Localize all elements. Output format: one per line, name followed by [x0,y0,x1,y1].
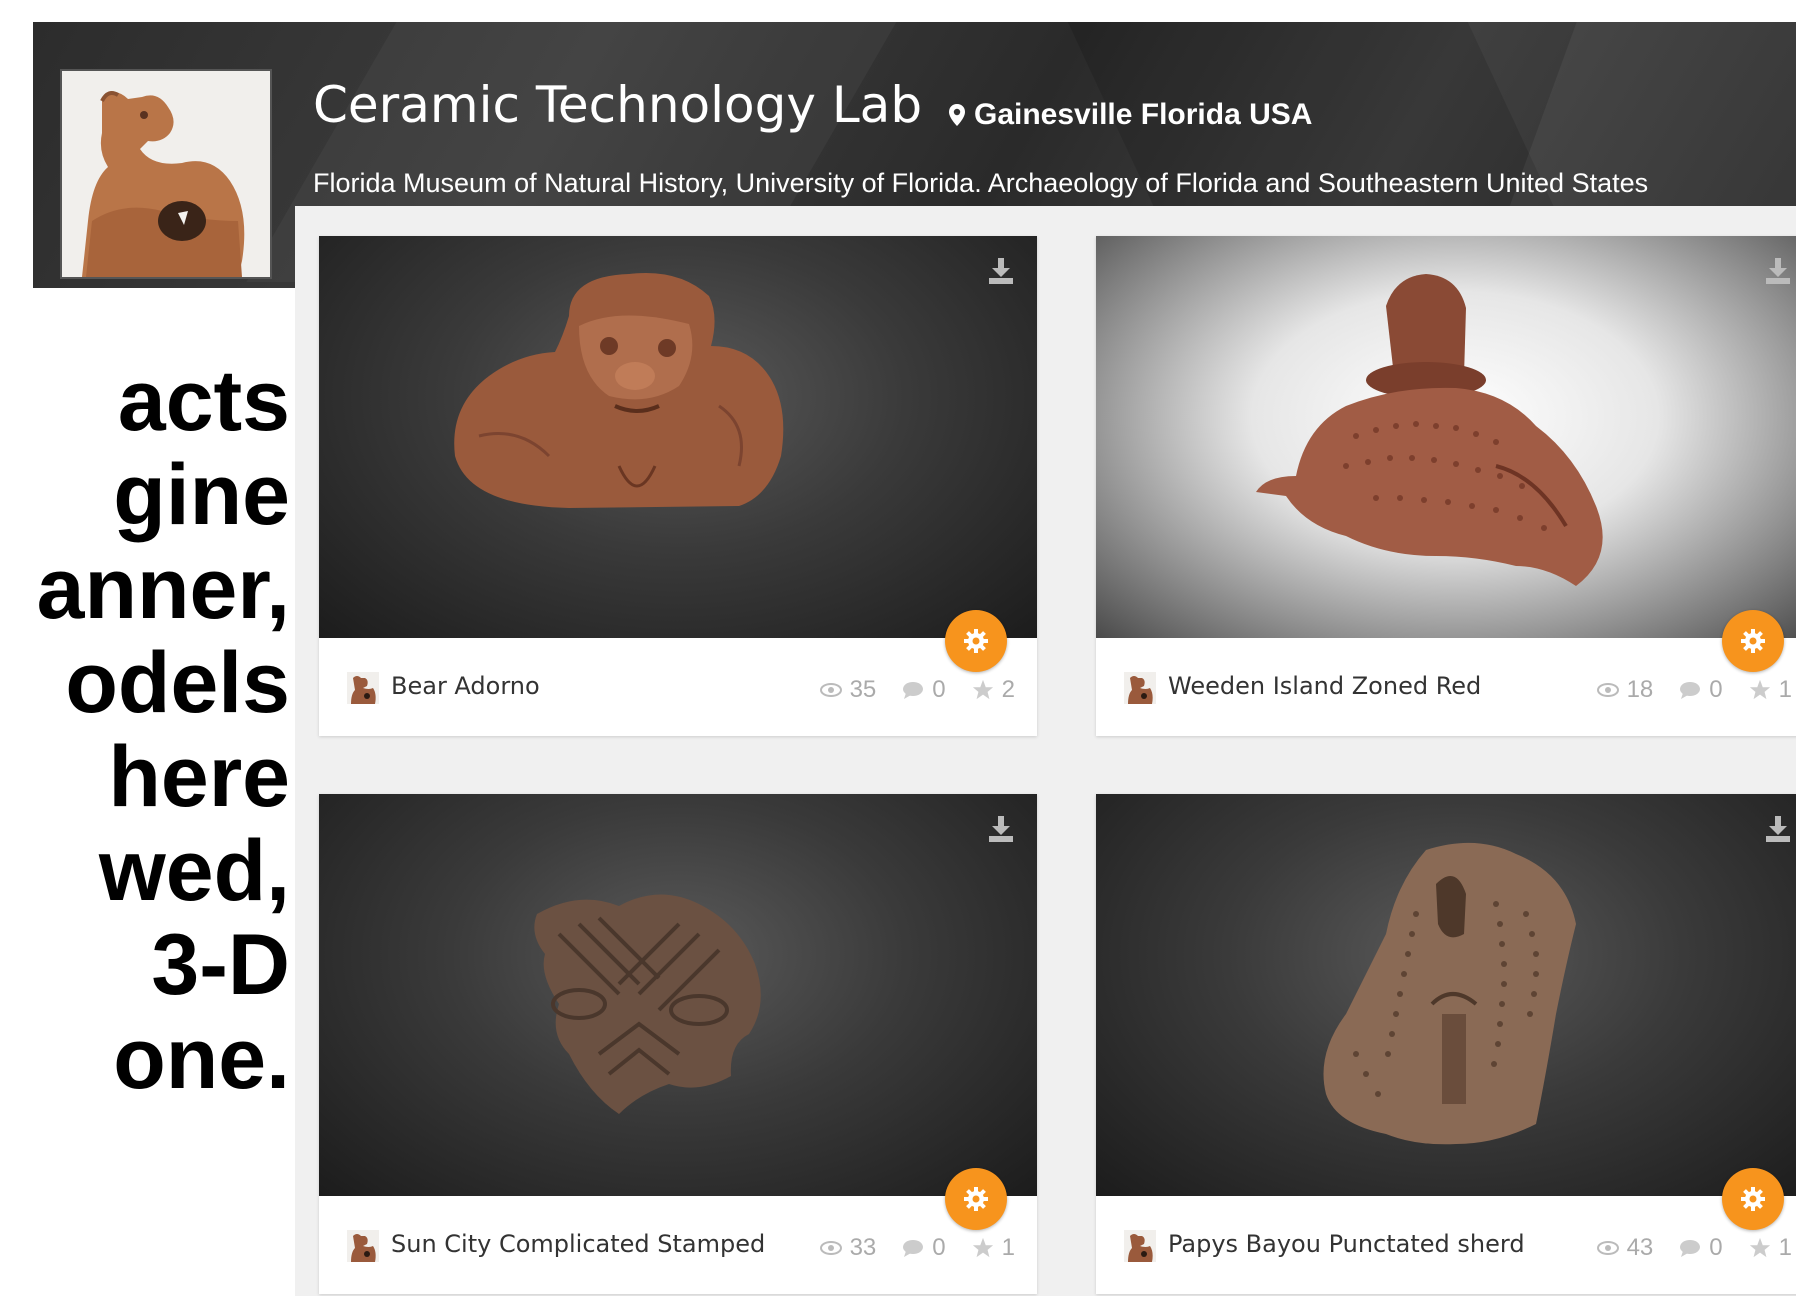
model-settings-button[interactable] [1722,1168,1784,1230]
slide-line: odels [65,635,290,731]
comment-icon [1680,1240,1701,1257]
star-icon [972,679,993,700]
model-gallery: Bear Adorno 35 0 2 Weeden Island Zoned R… [295,206,1796,1296]
model-stats: 33 0 1 [819,1234,1015,1262]
eye-icon [1596,1241,1619,1255]
gear-icon [1741,629,1765,653]
like-count: 1 [1778,1234,1792,1261]
view-count: 43 [1626,1234,1654,1261]
star-icon [1749,1237,1770,1258]
owner-avatar-icon[interactable] [1124,672,1156,704]
star-icon [972,1237,993,1258]
model-card[interactable]: Weeden Island Zoned Red 18 0 1 [1096,236,1796,736]
papys-bayou-sherd-render [1323,842,1576,1145]
comment-icon [903,1240,924,1257]
like-count: 2 [1001,676,1015,703]
eye-icon [819,683,842,697]
model-thumbnail[interactable] [1096,236,1796,638]
gear-icon [964,1187,988,1211]
download-icon[interactable] [987,814,1015,844]
effigy-vessel-image [62,71,270,277]
map-pin-icon [949,104,965,126]
comment-count: 0 [1709,676,1723,703]
like-count: 1 [1778,676,1792,703]
model-card[interactable]: Sun City Complicated Stamped 33 0 1 [319,794,1037,1294]
card-footer: Sun City Complicated Stamped 33 0 1 [319,1196,1037,1294]
model-name[interactable]: Weeden Island Zoned Red [1168,672,1481,700]
model-thumbnail[interactable] [319,236,1037,638]
model-name[interactable]: Sun City Complicated Stamped [391,1230,765,1258]
owner-avatar-icon[interactable] [347,1230,379,1262]
profile-avatar[interactable] [60,69,272,279]
sun-city-sherd-render [534,894,761,1114]
weeden-island-render [1256,274,1603,586]
model-thumbnail[interactable] [319,794,1037,1196]
page-title: Ceramic Technology Lab [313,76,923,134]
profile-description: Florida Museum of Natural History, Unive… [313,168,1649,198]
model-name[interactable]: Bear Adorno [391,672,540,700]
view-count: 33 [849,1234,877,1261]
slide-text: acts gine anner, odels here wed, 3-D one… [0,340,290,1290]
download-icon[interactable] [987,256,1015,286]
model-name[interactable]: Papys Bayou Punctated sherd [1168,1230,1525,1258]
owner-avatar-icon[interactable] [1124,1230,1156,1262]
slide-line: wed, [98,823,290,919]
location-label: Gainesville Florida USA [974,98,1313,131]
comment-icon [1680,682,1701,699]
comment-count: 0 [1709,1234,1723,1261]
model-settings-button[interactable] [1722,610,1784,672]
card-footer: Weeden Island Zoned Red 18 0 1 [1096,638,1796,736]
slide-line: 3-D [151,917,290,1013]
eye-icon [819,1241,842,1255]
comment-icon [903,682,924,699]
comment-count: 0 [932,676,946,703]
slide-line: here [108,729,290,825]
slide-line: one. [113,1011,290,1107]
comment-count: 0 [932,1234,946,1261]
gear-icon [1741,1187,1765,1211]
download-icon[interactable] [1764,256,1792,286]
view-count: 35 [849,676,877,703]
model-card[interactable]: Papys Bayou Punctated sherd 43 0 1 [1096,794,1796,1294]
model-settings-button[interactable] [945,610,1007,672]
model-thumbnail[interactable] [1096,794,1796,1196]
owner-avatar-icon[interactable] [347,672,379,704]
gear-icon [964,629,988,653]
slide-line: acts [117,353,290,449]
model-settings-button[interactable] [945,1168,1007,1230]
view-count: 18 [1626,676,1654,703]
eye-icon [1596,683,1619,697]
model-stats: 43 0 1 [1596,1234,1792,1262]
card-footer: Papys Bayou Punctated sherd 43 0 1 [1096,1196,1796,1294]
download-icon[interactable] [1764,814,1792,844]
star-icon [1749,679,1770,700]
model-stats: 35 0 2 [819,676,1015,704]
bear-adorno-render [454,272,784,508]
location[interactable]: Gainesville Florida USA [948,98,1312,132]
card-footer: Bear Adorno 35 0 2 [319,638,1037,736]
slide-line: anner, [36,541,290,637]
model-card[interactable]: Bear Adorno 35 0 2 [319,236,1037,736]
model-stats: 18 0 1 [1596,676,1792,704]
like-count: 1 [1001,1234,1015,1261]
slide-line: gine [113,447,290,543]
